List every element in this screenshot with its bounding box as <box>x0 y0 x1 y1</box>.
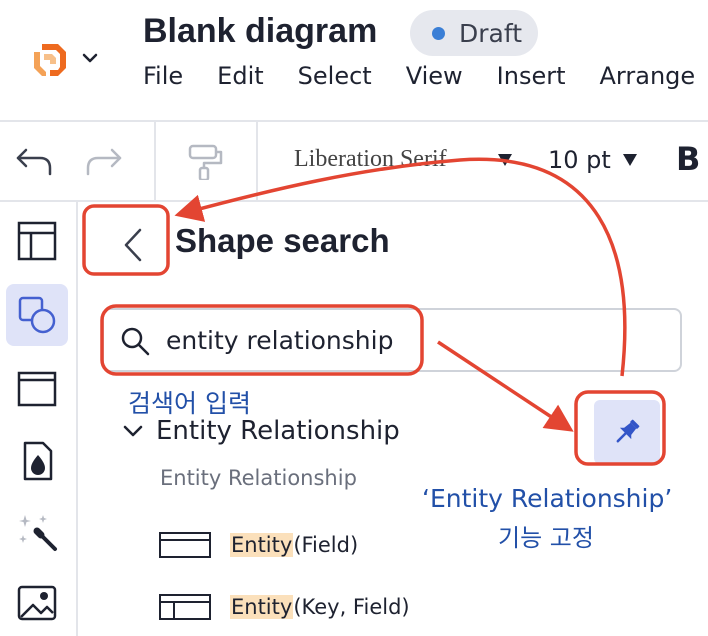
search-input[interactable] <box>166 320 416 360</box>
toolbar-divider <box>154 122 156 202</box>
shape-item[interactable]: Entity (Field) <box>158 530 358 560</box>
back-button[interactable] <box>108 222 158 268</box>
menu-insert[interactable]: Insert <box>497 62 566 90</box>
undo-icon[interactable] <box>14 144 54 180</box>
menu-file[interactable]: File <box>143 62 183 90</box>
layout-icon <box>17 221 57 261</box>
document-title[interactable]: Blank diagram <box>143 12 377 51</box>
toolbar-divider <box>256 122 258 202</box>
format-painter-icon[interactable] <box>186 144 226 180</box>
font-family-select[interactable]: Liberation Serif <box>294 146 447 173</box>
redo-icon[interactable] <box>84 144 124 180</box>
shape-item[interactable]: Entity (Key, Field) <box>158 592 410 622</box>
frame-icon <box>17 371 57 407</box>
menu-edit[interactable]: Edit <box>217 62 263 90</box>
rail-style-button[interactable] <box>6 430 68 492</box>
menu-select[interactable]: Select <box>298 62 372 90</box>
entity-field-shape-icon <box>159 532 211 558</box>
menu-view[interactable]: View <box>406 62 463 90</box>
shape-label: (Key, Field) <box>293 595 410 619</box>
magic-wand-icon <box>19 515 57 551</box>
chevron-down-icon <box>123 425 143 437</box>
rail-templates-button[interactable] <box>6 210 68 272</box>
chevron-left-icon <box>124 228 142 262</box>
shape-label: (Field) <box>293 533 359 557</box>
panel-title: Shape search <box>175 222 390 259</box>
caret-down-icon[interactable] <box>498 154 512 166</box>
menu-arrange[interactable]: Arrange <box>600 62 696 90</box>
left-rail <box>0 202 78 636</box>
annotation-pin-note-line1: ‘Entity Relationship’ <box>422 484 673 513</box>
rail-frame-button[interactable] <box>6 358 68 420</box>
toolbar: Liberation Serif 10 pt B <box>0 122 708 202</box>
app-header: Blank diagram Draft File Edit Select Vie… <box>0 0 708 122</box>
entity-key-field-shape-icon <box>159 594 211 620</box>
pin-icon <box>616 419 640 443</box>
shape-label-highlight: Entity <box>230 595 294 619</box>
search-icon <box>121 327 150 356</box>
shape-label-highlight: Entity <box>230 533 294 557</box>
font-size-select[interactable]: 10 pt <box>548 146 611 174</box>
caret-down-icon[interactable] <box>623 154 637 166</box>
chevron-down-icon[interactable] <box>80 48 100 68</box>
rail-ai-button[interactable] <box>6 502 68 564</box>
image-icon <box>17 585 57 621</box>
ink-drop-icon <box>23 441 53 481</box>
rail-shapes-button[interactable] <box>6 284 68 346</box>
section-label: Entity Relationship <box>156 416 400 446</box>
annotation-pin-note-line2: 기능 고정 <box>498 524 594 552</box>
status-badge[interactable]: Draft <box>410 10 539 56</box>
section-sub-label: Entity Relationship <box>160 466 357 490</box>
status-badge-label: Draft <box>459 18 523 48</box>
pin-button[interactable] <box>594 400 660 464</box>
status-dot-icon <box>432 26 445 40</box>
bold-button[interactable]: B <box>676 140 700 178</box>
shapes-icon <box>18 296 56 334</box>
rail-images-button[interactable] <box>6 572 68 634</box>
annotation-search-note: 검색어 입력 <box>128 389 251 418</box>
section-entity-relationship[interactable]: Entity Relationship <box>122 416 400 446</box>
app-logo-icon[interactable] <box>28 36 72 80</box>
menu-bar: File Edit Select View Insert Arrange <box>143 62 695 90</box>
